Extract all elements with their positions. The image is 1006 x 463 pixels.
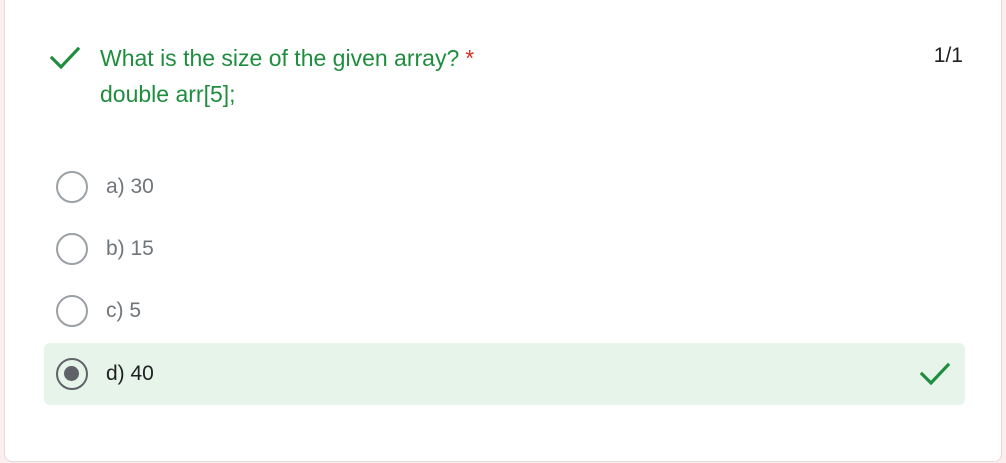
option-a[interactable]: a) 30 (44, 156, 965, 218)
radio-dot (64, 366, 79, 381)
option-b[interactable]: b) 15 (44, 218, 965, 280)
question-text: What is the size of the given array? * do… (100, 40, 860, 112)
option-label: b) 15 (106, 237, 154, 260)
required-marker: * (465, 45, 475, 71)
option-label: d) 40 (106, 362, 154, 385)
radio-button[interactable] (56, 295, 88, 327)
radio-button[interactable] (56, 171, 88, 203)
checkmark-icon (49, 46, 81, 70)
radio-button-selected[interactable] (56, 358, 88, 390)
question-card: What is the size of the given array? * do… (4, 0, 1002, 462)
question-code: double arr[5]; (100, 81, 236, 107)
option-label: c) 5 (106, 299, 142, 322)
score-label: 1/1 (933, 44, 963, 67)
option-label: a) 30 (106, 175, 154, 198)
option-c[interactable]: c) 5 (44, 280, 965, 342)
option-d[interactable]: d) 40 (44, 343, 965, 405)
correct-checkmark-icon (919, 362, 951, 386)
question-title: What is the size of the given array? * (100, 45, 475, 71)
radio-button[interactable] (56, 233, 88, 265)
